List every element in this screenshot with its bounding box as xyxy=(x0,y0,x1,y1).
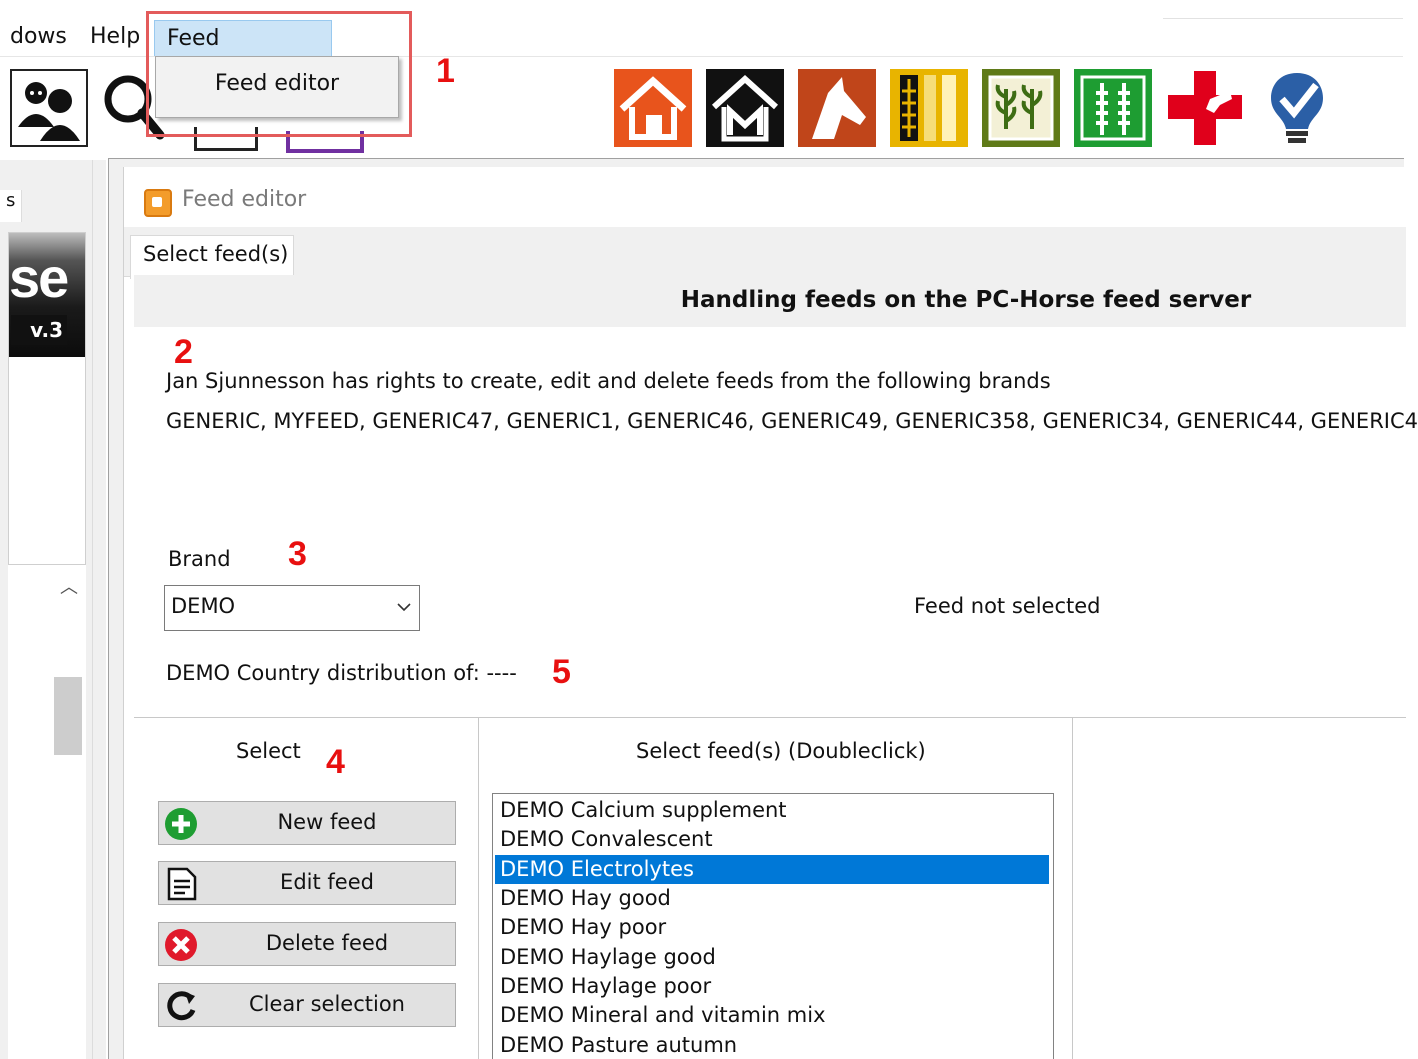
divider xyxy=(134,717,1406,718)
brand-select-value: DEMO xyxy=(171,594,236,618)
logo-text: se xyxy=(9,246,69,309)
clear-selection-label: Clear selection xyxy=(249,992,405,1016)
annotation-4: 4 xyxy=(326,743,345,781)
splitter[interactable] xyxy=(92,160,106,1059)
annotation-2: 2 xyxy=(174,333,193,371)
crop-icon[interactable] xyxy=(1074,69,1152,147)
horse-head-icon[interactable] xyxy=(798,69,876,147)
feed-list-item-selected[interactable]: DEMO Electrolytes xyxy=(495,855,1049,884)
feed-list-item[interactable]: DEMO Haylage good xyxy=(495,943,1049,972)
menu-help[interactable]: Help xyxy=(86,22,144,52)
tab-select-feeds[interactable]: Select feed(s) xyxy=(130,235,294,279)
annotation-3: 3 xyxy=(288,535,307,573)
app-window: dows Help Feed company xyxy=(0,0,1418,1059)
select-feeds-label: Select feed(s) (Doubleclick) xyxy=(636,739,926,763)
feed-list-item[interactable]: DEMO Hay poor xyxy=(495,913,1049,942)
divider xyxy=(1072,717,1073,1059)
vet-cross-icon[interactable] xyxy=(1166,69,1244,147)
clear-selection-button[interactable]: Clear selection xyxy=(158,983,456,1027)
annotation-5: 5 xyxy=(552,653,571,691)
feed-sack-icon[interactable] xyxy=(982,69,1060,147)
document-icon xyxy=(167,867,197,901)
annotation-1: 1 xyxy=(436,52,455,90)
tab-strip: Select feed(s) xyxy=(124,227,1406,279)
feed-list-item[interactable]: DEMO Hay good xyxy=(495,884,1049,913)
select-label: Select xyxy=(236,739,301,763)
logo-background: se v.3 xyxy=(9,233,85,357)
chevron-down-icon xyxy=(397,603,411,612)
plus-circle-icon xyxy=(165,808,197,840)
feed-list-item[interactable]: DEMO Calcium supplement xyxy=(495,796,1049,825)
section-header-text: Handling feeds on the PC-Horse feed serv… xyxy=(680,287,1252,313)
new-feed-button[interactable]: New feed xyxy=(158,801,456,845)
editor-content: Feed editor Select feed(s) Handling feed… xyxy=(123,167,1418,1059)
left-list[interactable]: ︿ xyxy=(8,564,86,1059)
window-title: Feed editor xyxy=(182,187,307,212)
feed-list[interactable]: DEMO Calcium supplement DEMO Convalescen… xyxy=(492,793,1054,1059)
delete-feed-button[interactable]: Delete feed xyxy=(158,922,456,966)
country-distribution-text: DEMO Country distribution of: ---- xyxy=(166,661,517,685)
feed-editor-window: Feed editor Select feed(s) Handling feed… xyxy=(108,158,1418,1059)
lightbulb-check-icon[interactable] xyxy=(1258,69,1336,147)
delete-circle-icon xyxy=(165,929,197,961)
rights-text: Jan Sjunnesson has rights to create, edi… xyxy=(166,369,1051,393)
scrollbar-thumb[interactable] xyxy=(54,677,82,755)
m-icon[interactable] xyxy=(706,69,784,147)
menu-windows[interactable]: dows xyxy=(6,22,71,52)
edit-feed-button[interactable]: Edit feed xyxy=(158,861,456,905)
feed-list-item[interactable]: DEMO Pasture autumn xyxy=(495,1031,1049,1059)
left-tab[interactable]: s xyxy=(0,190,22,222)
refresh-icon xyxy=(167,991,196,1021)
stable-icon[interactable] xyxy=(614,69,692,147)
delete-feed-label: Delete feed xyxy=(265,931,389,955)
users-icon[interactable] xyxy=(10,69,88,147)
brands-list-text: GENERIC, MYFEED, GENERIC47, GENERIC1, GE… xyxy=(166,409,1418,433)
scroll-up-icon[interactable]: ︿ xyxy=(60,573,78,599)
left-pane: s se v.3 ︿ xyxy=(0,160,92,1059)
divider xyxy=(478,717,479,1059)
edit-feed-label: Edit feed xyxy=(280,870,374,894)
section-header: Handling feeds on the PC-Horse feed serv… xyxy=(134,275,1406,327)
feed-status-text: Feed not selected xyxy=(914,594,1101,618)
feed-editor-icon xyxy=(144,189,172,217)
feed-list-item[interactable]: DEMO Mineral and vitamin mix xyxy=(495,1001,1049,1030)
new-feed-label: New feed xyxy=(277,810,377,834)
brand-select[interactable]: DEMO xyxy=(164,585,420,631)
feed-list-item[interactable]: DEMO Convalescent xyxy=(495,825,1049,854)
highlight-box xyxy=(146,11,412,137)
logo-version: v.3 xyxy=(11,315,67,345)
brand-label: Brand xyxy=(168,547,231,571)
grain-icon[interactable] xyxy=(890,69,968,147)
feed-list-item[interactable]: DEMO Haylage poor xyxy=(495,972,1049,1001)
divider xyxy=(1163,18,1403,19)
